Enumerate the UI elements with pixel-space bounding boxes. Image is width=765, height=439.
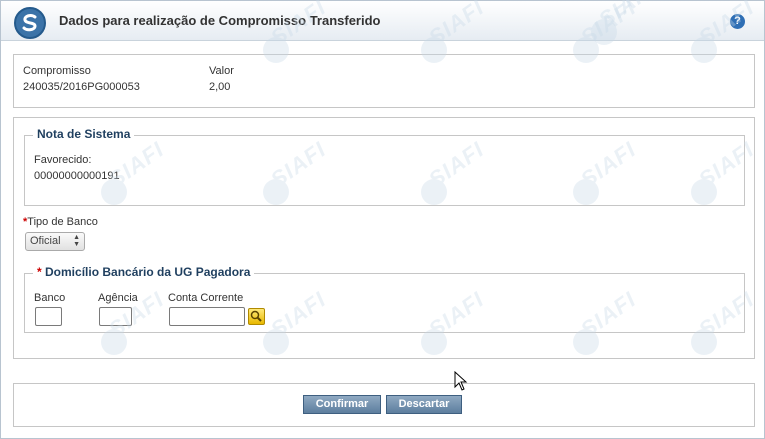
agencia-input[interactable] — [99, 307, 132, 326]
nota-sistema-fieldset: Nota de Sistema Favorecido: 000000000001… — [24, 127, 745, 206]
domicilio-legend-text: Domicílio Bancário da UG Pagadora — [45, 265, 251, 279]
dialog-titlebar: Dados para realização de Compromisso Tra… — [1, 1, 764, 41]
compromisso-value: 240035/2016PG000053 — [23, 81, 140, 93]
domicilio-legend: * Domicílio Bancário da UG Pagadora — [33, 265, 255, 279]
search-button[interactable] — [248, 308, 265, 325]
valor-value: 2,00 — [209, 81, 231, 93]
favorecido-value: 00000000000191 — [34, 170, 120, 182]
conta-corrente-input[interactable] — [169, 307, 245, 326]
valor-label: Valor — [209, 65, 234, 77]
compromisso-label: Compromisso — [23, 65, 91, 77]
siafi-logo-icon — [14, 7, 46, 39]
mouse-cursor-icon — [454, 371, 468, 391]
select-arrows-icon: ▲ ▼ — [73, 234, 80, 248]
nota-sistema-legend: Nota de Sistema — [33, 127, 135, 141]
conta-label: Conta Corrente — [168, 292, 244, 304]
agencia-label: Agência — [98, 292, 138, 304]
dialog-window: Dados para realização de Compromisso Tra… — [0, 0, 765, 439]
confirm-button[interactable]: Confirmar — [303, 395, 381, 414]
magnifier-icon — [250, 310, 262, 322]
favorecido-label: Favorecido: — [34, 154, 92, 166]
discard-button[interactable]: Descartar — [386, 395, 462, 414]
tipo-banco-selected: Oficial — [30, 235, 61, 247]
tipo-banco-label: *Tipo de Banco — [23, 216, 98, 228]
banco-input[interactable] — [35, 307, 62, 326]
tipo-banco-select[interactable]: Oficial ▲ ▼ — [25, 232, 85, 251]
domicilio-fieldset: * Domicílio Bancário da UG Pagadora Banc… — [24, 265, 745, 333]
main-panel: Nota de Sistema Favorecido: 000000000001… — [13, 117, 755, 359]
banco-label: Banco — [34, 292, 66, 304]
actions-panel: Confirmar Descartar — [13, 383, 755, 427]
help-icon[interactable]: ? — [730, 14, 745, 29]
compromisso-panel: Compromisso 240035/2016PG000053 Valor 2,… — [13, 54, 755, 108]
required-marker: * — [37, 265, 42, 279]
tipo-banco-label-text: Tipo de Banco — [27, 216, 98, 228]
dialog-title: Dados para realização de Compromisso Tra… — [59, 13, 381, 28]
